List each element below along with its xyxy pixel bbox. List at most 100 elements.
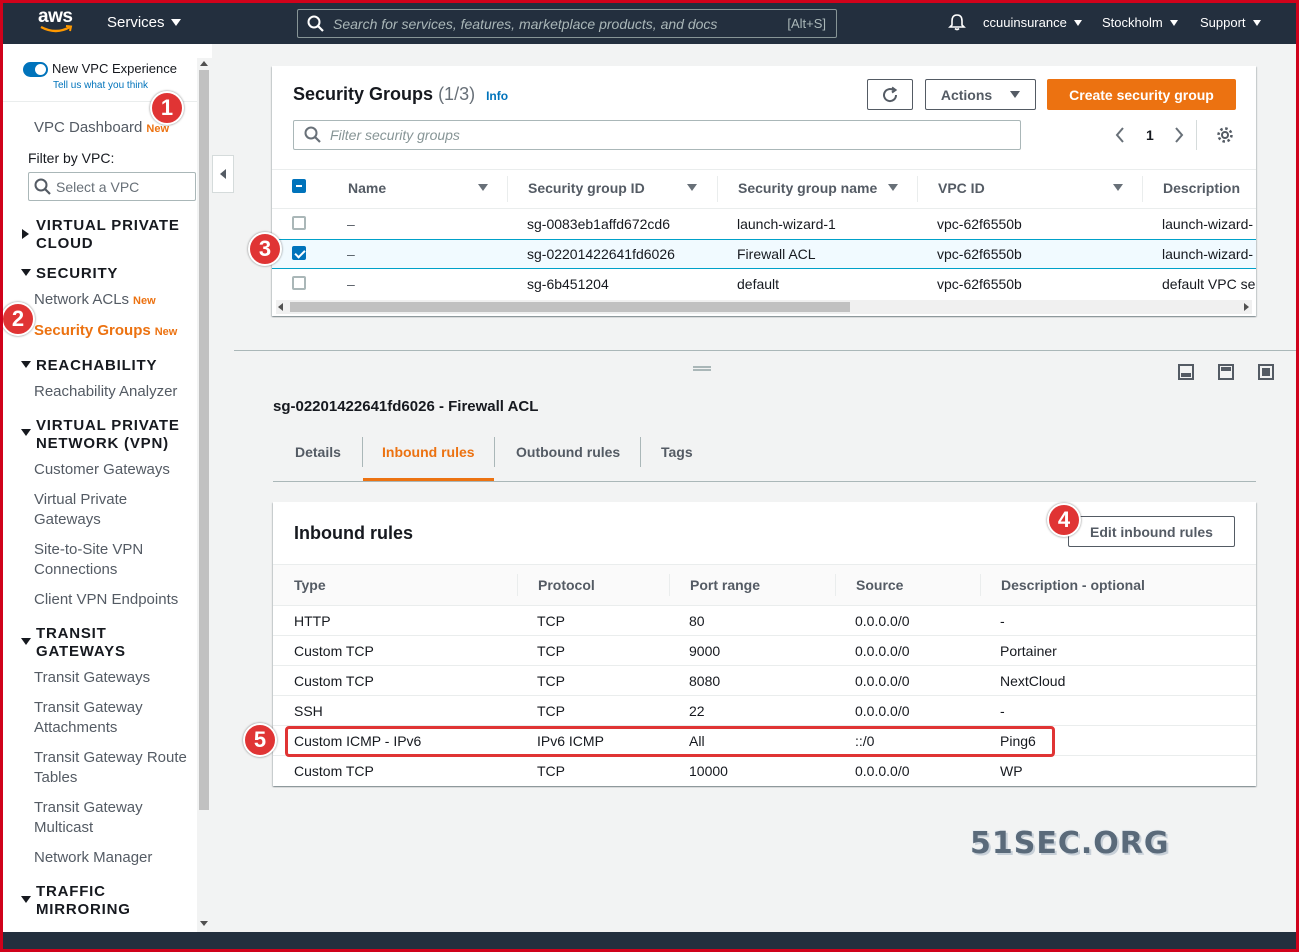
- section-transit-gateways[interactable]: TRANSIT GATEWAYS: [36, 625, 156, 661]
- cell-security-group-id[interactable]: sg-02201422641fd6026: [527, 246, 675, 262]
- scroll-down-icon[interactable]: [200, 921, 208, 926]
- sort-icon[interactable]: [1113, 184, 1123, 191]
- row-checkbox[interactable]: [292, 216, 306, 230]
- filter-security-groups-input[interactable]: Filter security groups: [293, 120, 1021, 150]
- cell-description: -: [1000, 613, 1005, 629]
- table-row[interactable]: HTTP TCP 80 0.0.0.0/0 -: [273, 606, 1256, 636]
- sort-icon[interactable]: [478, 184, 488, 191]
- drag-handle-icon[interactable]: [693, 366, 711, 371]
- sidebar-item-client-vpn-endpoints[interactable]: Client VPN Endpoints: [34, 590, 178, 610]
- expand-icon[interactable]: [22, 229, 29, 239]
- gear-icon[interactable]: [1216, 126, 1234, 144]
- sidebar-item-label: VPC Dashboard: [34, 119, 143, 136]
- collapse-icon[interactable]: [21, 638, 31, 645]
- tab-details[interactable]: Details: [295, 444, 341, 460]
- services-menu[interactable]: Services: [107, 14, 181, 31]
- collapse-icon[interactable]: [21, 269, 31, 276]
- select-all-checkbox[interactable]: [292, 179, 306, 193]
- tab-tags[interactable]: Tags: [661, 444, 693, 460]
- collapse-icon[interactable]: [21, 361, 31, 368]
- section-virtual-private-cloud[interactable]: VIRTUAL PRIVATE CLOUD: [36, 217, 196, 253]
- table-row[interactable]: – sg-6b451204 default vpc-62f6550b defau…: [272, 269, 1256, 299]
- scrollbar-thumb[interactable]: [199, 70, 209, 810]
- current-page-number[interactable]: 1: [1146, 127, 1154, 143]
- edit-inbound-rules-button[interactable]: Edit inbound rules: [1068, 516, 1235, 547]
- column-header-type[interactable]: Type: [294, 577, 326, 593]
- sidebar-item-tg-multicast[interactable]: Transit Gateway Multicast: [34, 798, 184, 838]
- notifications-button[interactable]: [948, 13, 966, 31]
- column-header-security-group-name[interactable]: Security group name: [738, 180, 877, 196]
- scroll-right-icon[interactable]: [1244, 303, 1249, 311]
- cell-security-group-id[interactable]: sg-6b451204: [527, 276, 609, 292]
- refresh-button[interactable]: [867, 79, 913, 110]
- chevron-left-icon[interactable]: [1114, 126, 1126, 144]
- sidebar-item-network-acls[interactable]: Network ACLs New: [34, 290, 156, 311]
- vpc-filter-select[interactable]: Select a VPC: [28, 172, 196, 201]
- cell-security-group-id[interactable]: sg-0083eb1affd672cd6: [527, 216, 670, 232]
- sidebar-item-reachability-analyzer[interactable]: Reachability Analyzer: [34, 382, 177, 402]
- feedback-link[interactable]: Tell us what you think: [53, 80, 148, 91]
- split-bottom-icon[interactable]: [1178, 364, 1194, 380]
- cell-vpc-id[interactable]: vpc-62f6550b: [937, 246, 1022, 262]
- table-row[interactable]: Custom TCP TCP 9000 0.0.0.0/0 Portainer: [273, 636, 1256, 666]
- column-header-port-range[interactable]: Port range: [690, 577, 760, 593]
- sidebar: New VPC Experience Tell us what you thin…: [3, 44, 212, 932]
- sort-icon[interactable]: [687, 184, 697, 191]
- column-header-protocol[interactable]: Protocol: [538, 577, 595, 593]
- sidebar-item-tg-route-tables[interactable]: Transit Gateway Route Tables: [34, 748, 200, 788]
- collapse-icon[interactable]: [21, 429, 31, 436]
- tab-inbound-rules[interactable]: Inbound rules: [382, 444, 475, 460]
- create-security-group-button[interactable]: Create security group: [1047, 79, 1236, 110]
- sidebar-item-site-to-site-vpn[interactable]: Site-to-Site VPN Connections: [34, 540, 184, 580]
- sidebar-scrollbar[interactable]: [197, 58, 212, 932]
- section-reachability[interactable]: REACHABILITY: [36, 357, 157, 375]
- column-header-description[interactable]: Description: [1163, 180, 1240, 196]
- tab-outbound-rules[interactable]: Outbound rules: [516, 444, 620, 460]
- cell-vpc-id[interactable]: vpc-62f6550b: [937, 276, 1022, 292]
- row-checkbox[interactable]: [292, 246, 306, 260]
- row-checkbox[interactable]: [292, 276, 306, 290]
- column-header-description[interactable]: Description - optional: [1001, 577, 1145, 593]
- sidebar-item-label: Network ACLs: [34, 291, 130, 308]
- account-menu[interactable]: ccuuinsurance: [983, 15, 1082, 30]
- global-search-input[interactable]: Search for services, features, marketpla…: [297, 9, 837, 38]
- collapse-sidebar-button[interactable]: [212, 155, 234, 193]
- table-row[interactable]: Custom TCP TCP 10000 0.0.0.0/0 WP: [273, 756, 1256, 786]
- column-header-source[interactable]: Source: [856, 577, 903, 593]
- table-horizontal-scrollbar[interactable]: [276, 300, 1252, 314]
- highlight-box: [285, 726, 1055, 757]
- section-security[interactable]: SECURITY: [36, 265, 118, 283]
- split-panel-divider[interactable]: [234, 350, 1296, 351]
- section-vpn[interactable]: VIRTUAL PRIVATE NETWORK (VPN): [36, 417, 196, 453]
- sidebar-item-virtual-private-gateways[interactable]: Virtual Private Gateways: [34, 490, 184, 530]
- column-header-security-group-id[interactable]: Security group ID: [528, 180, 645, 196]
- scroll-left-icon[interactable]: [278, 303, 283, 311]
- scrollbar-thumb[interactable]: [290, 302, 850, 312]
- column-header-vpc-id[interactable]: VPC ID: [938, 180, 985, 196]
- sidebar-item-security-groups[interactable]: Security Groups New: [34, 321, 177, 342]
- actions-button[interactable]: Actions: [925, 79, 1036, 110]
- table-row[interactable]: – sg-0083eb1affd672cd6 launch-wizard-1 v…: [272, 209, 1256, 239]
- scroll-up-icon[interactable]: [200, 61, 208, 66]
- sort-icon[interactable]: [888, 184, 898, 191]
- table-row[interactable]: SSH TCP 22 0.0.0.0/0 -: [273, 696, 1256, 726]
- cell-vpc-id[interactable]: vpc-62f6550b: [937, 216, 1022, 232]
- support-menu[interactable]: Support: [1200, 15, 1261, 30]
- sidebar-item-network-manager[interactable]: Network Manager: [34, 848, 152, 868]
- new-vpc-experience-toggle[interactable]: [23, 62, 48, 77]
- split-full-icon[interactable]: [1258, 364, 1274, 380]
- sidebar-item-customer-gateways[interactable]: Customer Gateways: [34, 460, 170, 480]
- table-row[interactable]: Custom TCP TCP 8080 0.0.0.0/0 NextCloud: [273, 666, 1256, 696]
- sidebar-item-tg-attachments[interactable]: Transit Gateway Attachments: [34, 698, 184, 738]
- section-traffic-mirroring[interactable]: TRAFFIC MIRRORING: [36, 883, 156, 919]
- collapse-icon[interactable]: [21, 896, 31, 903]
- aws-logo[interactable]: aws: [38, 7, 78, 36]
- sidebar-item-transit-gateways[interactable]: Transit Gateways: [34, 668, 150, 688]
- chevron-right-icon[interactable]: [1173, 126, 1185, 144]
- info-link[interactable]: Info: [486, 89, 508, 103]
- region-menu[interactable]: Stockholm: [1102, 15, 1178, 30]
- split-side-icon[interactable]: [1218, 364, 1234, 380]
- sidebar-item-vpc-dashboard[interactable]: VPC Dashboard New: [34, 118, 169, 139]
- table-row-selected[interactable]: – sg-02201422641fd6026 Firewall ACL vpc-…: [272, 239, 1256, 269]
- column-header-name[interactable]: Name: [348, 180, 386, 196]
